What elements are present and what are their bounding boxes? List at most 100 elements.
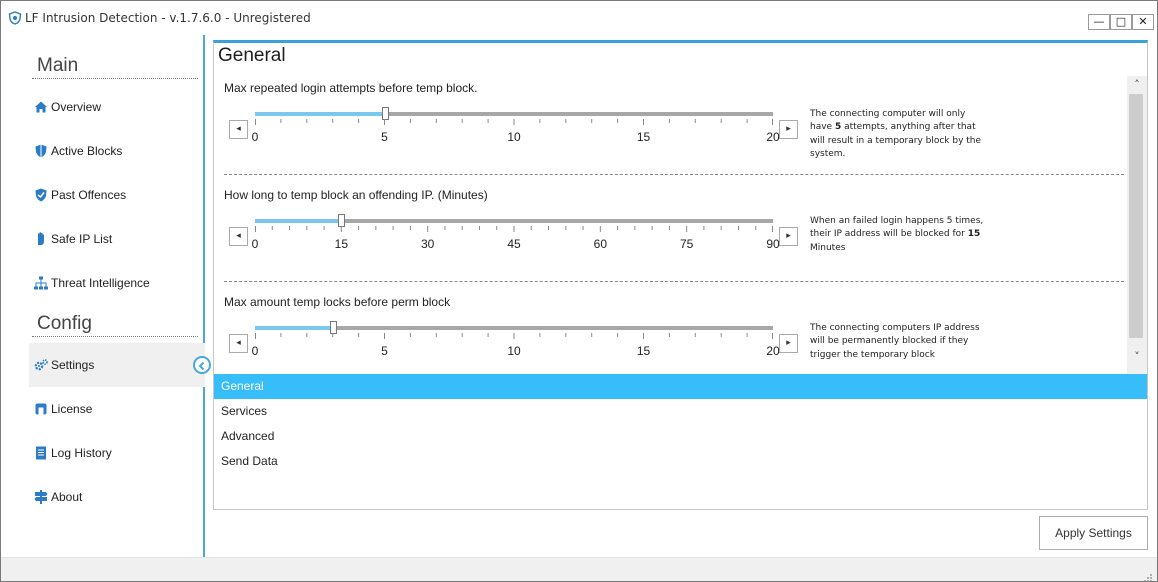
app-shield-icon [8, 10, 22, 25]
scrollbar-thumb[interactable] [1129, 94, 1143, 338]
sidebar-item-settings[interactable]: Settings [29, 343, 205, 387]
tick-label: 75 [679, 237, 694, 251]
section-title-config: Config [37, 313, 92, 334]
slider-fill [255, 219, 342, 223]
sidebar-item-about[interactable]: About [29, 475, 205, 519]
setting-description: The connecting computer will only have 5… [810, 108, 986, 162]
slider-decrease-button[interactable]: ◂ [229, 120, 248, 139]
sidebar-item-overview[interactable]: Overview [29, 85, 205, 129]
slider-decrease-button[interactable]: ◂ [229, 334, 248, 353]
setting-divider [224, 281, 1124, 282]
window-title: LF Intrusion Detection - v.1.7.6.0 - Unr… [25, 11, 311, 25]
setting-description: The connecting computers IP address will… [810, 322, 986, 362]
tick-label: 0 [251, 237, 259, 251]
gear-icon [33, 357, 49, 373]
tick-label: 20 [766, 130, 780, 144]
setting-max-login-attempts: Max repeated login attempts before temp … [224, 76, 1124, 182]
status-bar [1, 557, 1157, 581]
sidebar-item-label: Log History [51, 446, 112, 460]
sidebar-item-label: Threat Intelligence [51, 276, 150, 290]
tab-general[interactable]: General [214, 374, 1147, 399]
slider-track[interactable] [255, 107, 773, 120]
document-icon [33, 445, 49, 461]
slider-increase-button[interactable]: ▸ [779, 120, 798, 139]
sidebar-item-label: Overview [51, 100, 102, 114]
slider-tick-labels: 0 5 10 15 20 [251, 344, 780, 358]
description-value: 15 [967, 229, 981, 240]
slider-increase-button[interactable]: ▸ [779, 227, 798, 246]
tab-services[interactable]: Services [214, 399, 1147, 424]
sidebar-item-label: License [51, 402, 93, 416]
description-text: The connecting computers IP address will… [810, 323, 980, 360]
slider-fill [255, 112, 385, 116]
page-title: General [218, 45, 286, 66]
tick-label: 20 [766, 344, 780, 358]
home-icon [33, 99, 49, 115]
tick-label: 30 [420, 237, 435, 251]
settings-tabs: General Services Advanced Send Data [214, 374, 1147, 510]
setting-title: How long to temp block an offending IP. … [224, 188, 488, 202]
sidebar-item-log-history[interactable]: Log History [29, 431, 205, 475]
tab-advanced[interactable]: Advanced [214, 424, 1147, 449]
sidebar-item-threat-intelligence[interactable]: Threat Intelligence [29, 261, 205, 305]
sidebar-item-label: Settings [51, 358, 95, 372]
slider-increase-button[interactable]: ▸ [779, 334, 798, 353]
slider-track[interactable] [255, 214, 773, 227]
maximize-button[interactable]: □ [1110, 14, 1132, 30]
minimize-button[interactable]: — [1088, 14, 1110, 30]
section-divider [32, 78, 198, 79]
tick-label: 5 [381, 344, 388, 358]
section-divider [32, 336, 198, 337]
tick-label: 10 [507, 344, 521, 358]
setting-max-temp-locks: Max amount temp locks before perm block … [224, 290, 1124, 374]
settings-scroll-area: Max repeated login attempts before temp … [214, 76, 1127, 374]
slider-fill [255, 326, 333, 330]
sidebar: Main Overview Active Blocks Past Offence… [1, 35, 211, 557]
sidebar-item-active-blocks[interactable]: Active Blocks [29, 129, 205, 173]
vertical-scrollbar[interactable]: ˄ ˅ [1127, 76, 1147, 374]
description-text: Minutes [810, 242, 846, 253]
tick-label: 0 [251, 344, 259, 358]
scroll-up-button[interactable]: ˄ [1127, 76, 1147, 94]
sidebar-item-label: Past Offences [51, 188, 127, 202]
setting-divider [224, 174, 1124, 175]
license-icon [33, 401, 49, 417]
tick-label: 60 [593, 237, 608, 251]
tick-label: 15 [636, 130, 651, 144]
scroll-down-button[interactable]: ˅ [1127, 348, 1147, 366]
slider-tick-labels: 0 5 10 15 20 [251, 130, 780, 144]
settings-panel: General Max repeated login attempts befo… [213, 40, 1148, 510]
network-icon [33, 275, 49, 291]
slider-decrease-button[interactable]: ◂ [229, 227, 248, 246]
signpost-icon [33, 489, 49, 505]
app-window: LF Intrusion Detection - v.1.7.6.0 - Unr… [0, 0, 1158, 582]
hand-icon [33, 231, 49, 247]
close-button[interactable]: ✕ [1132, 14, 1154, 30]
section-title-main: Main [37, 55, 79, 76]
apply-settings-button[interactable]: Apply Settings [1039, 516, 1148, 550]
sidebar-item-label: Safe IP List [51, 232, 113, 246]
description-text: When an failed login happens 5 times, th… [810, 216, 984, 240]
tick-label: 15 [636, 344, 651, 358]
slider-track[interactable] [255, 321, 773, 334]
collapse-sidebar-button[interactable] [193, 356, 211, 374]
title-bar[interactable]: LF Intrusion Detection - v.1.7.6.0 - Unr… [1, 1, 1157, 35]
tab-send-data[interactable]: Send Data [214, 449, 1147, 474]
slider-ticks [255, 226, 773, 232]
sidebar-item-license[interactable]: License [29, 387, 205, 431]
tick-label: 45 [507, 237, 521, 251]
slider-ticks [255, 333, 773, 339]
shield-icon [33, 143, 49, 159]
tick-label: 0 [251, 130, 259, 144]
sidebar-item-label: Active Blocks [51, 144, 123, 158]
setting-temp-block-duration: How long to temp block an offending IP. … [224, 183, 1124, 289]
tick-label: 5 [381, 130, 388, 144]
tick-label: 15 [334, 237, 349, 251]
resize-grip-icon[interactable] [1143, 568, 1153, 581]
slider-tick-labels: 0 15 30 45 60 75 90 [251, 237, 780, 251]
sidebar-item-safe-ip-list[interactable]: Safe IP List [29, 217, 205, 261]
setting-title: Max amount temp locks before perm block [224, 295, 451, 309]
sidebar-item-past-offences[interactable]: Past Offences [29, 173, 205, 217]
setting-title: Max repeated login attempts before temp … [224, 81, 478, 95]
tick-label: 90 [766, 237, 780, 251]
